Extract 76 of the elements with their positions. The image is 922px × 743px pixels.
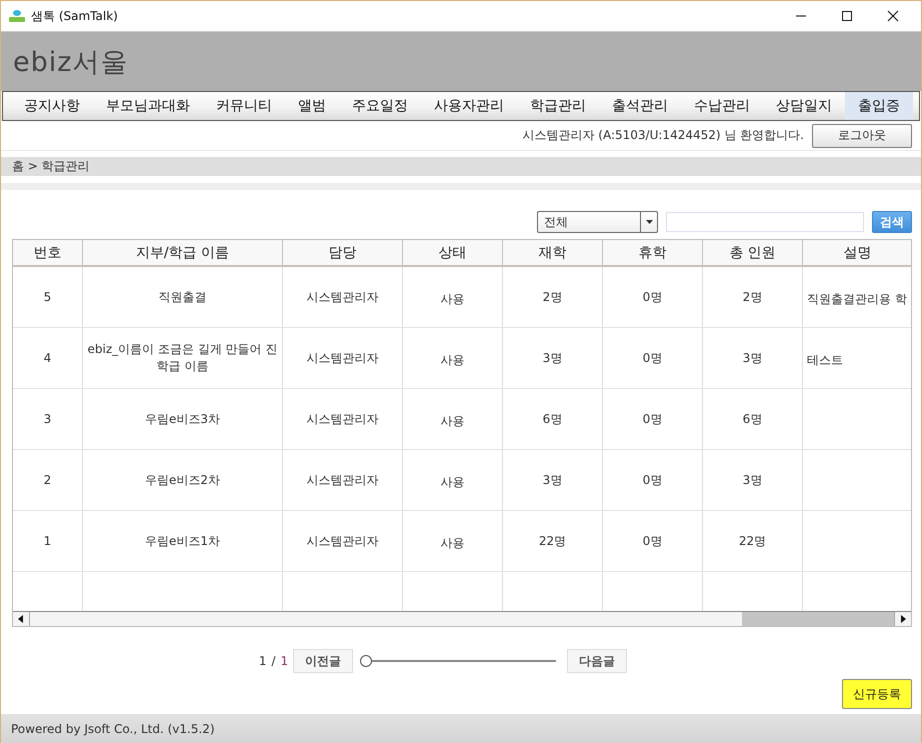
- maximize-icon[interactable]: [841, 10, 853, 22]
- filter-dropdown[interactable]: 전체: [537, 211, 658, 233]
- close-icon[interactable]: [887, 10, 899, 22]
- nav-tab[interactable]: 커뮤니티: [203, 92, 285, 120]
- site-title: ebiz서울: [13, 46, 128, 80]
- table-cell: 0명: [642, 410, 662, 428]
- table-cell: 2명: [742, 288, 762, 306]
- column-header: 지부/학급 이름: [83, 240, 283, 265]
- caret-icon: [646, 220, 652, 224]
- table-cell: 우림e비즈3차: [144, 410, 220, 428]
- table-cell: 시스템관리자: [306, 410, 378, 428]
- table-cell: 시스템관리자: [306, 350, 378, 366]
- column-header: 상태: [403, 240, 503, 265]
- page-number: 1: [258, 654, 266, 668]
- welcome-text: 시스템관리자 (A:5103/U:1424452) 님 환영합니다.: [522, 127, 804, 144]
- column-header: 휴학: [603, 240, 703, 265]
- breadcrumb: 홈 > 학급관리: [12, 158, 90, 175]
- table-cell: 22명: [738, 532, 766, 550]
- previous-button[interactable]: 이전글: [293, 649, 354, 673]
- table-cell: 사용: [440, 291, 464, 308]
- page-total: 1: [280, 654, 288, 668]
- table-cell: 사용: [440, 474, 464, 491]
- table-cell: 우림e비즈1차: [144, 532, 220, 550]
- slider-thumb[interactable]: [360, 655, 372, 667]
- table-cell: 0명: [642, 472, 662, 488]
- footer-text: Powered by Jsoft Co., Ltd. (v1.5.2): [11, 722, 215, 736]
- table-cell: 시스템관리자: [306, 532, 378, 550]
- table-cell: 1: [44, 534, 52, 548]
- nav-tab[interactable]: 부모님과대화: [93, 92, 203, 120]
- page-separator: /: [271, 654, 276, 668]
- table-cell: 사용: [440, 352, 464, 369]
- column-header: 총 인원: [703, 240, 803, 265]
- new-entry-button[interactable]: 신규등록: [842, 679, 912, 709]
- table-cell: 0명: [642, 288, 662, 306]
- table-cell: 6명: [742, 410, 762, 428]
- nav-tab[interactable]: 주요일정: [339, 92, 421, 120]
- table-cell: 테스트: [807, 352, 843, 369]
- next-button[interactable]: 다음글: [567, 649, 628, 673]
- table-cell: 3: [44, 412, 52, 426]
- window-title: 샘톡 (SamTalk): [31, 8, 118, 24]
- table-cell: 4: [44, 351, 52, 365]
- nav-tab[interactable]: 사용자관리: [421, 92, 517, 120]
- table-cell: 5: [44, 290, 52, 304]
- table-cell: ebiz_이름이 조금은 길게 만들어 진 학급 이름: [87, 341, 278, 375]
- search-field[interactable]: [666, 212, 864, 232]
- table-cell: 0명: [642, 350, 662, 366]
- table-cell: 0명: [642, 532, 662, 550]
- table-cell: 3명: [542, 350, 562, 366]
- nav-tab[interactable]: 앨범: [285, 92, 339, 120]
- horizontal-scrollbar[interactable]: [13, 611, 911, 626]
- table-cell: 사용: [440, 413, 464, 430]
- table-cell: 3명: [542, 472, 562, 488]
- app-logo-icon: [9, 9, 25, 23]
- table-cell: 직원출결관리용 학: [807, 291, 907, 308]
- column-header: 담당: [283, 240, 403, 265]
- nav-tab[interactable]: 출입증: [845, 92, 913, 120]
- table-cell: 22명: [538, 532, 566, 550]
- logout-button[interactable]: 로그아웃: [812, 124, 912, 148]
- table-cell: 6명: [542, 410, 562, 428]
- table-cell: 2: [44, 473, 52, 487]
- nav-tab[interactable]: 출석관리: [599, 92, 681, 120]
- nav-tab[interactable]: 학급관리: [517, 92, 599, 120]
- nav-tab[interactable]: 공지사항: [11, 92, 93, 120]
- table-cell: 시스템관리자: [306, 288, 378, 306]
- table-cell: 3명: [742, 472, 762, 488]
- table-cell: 직원출결: [158, 288, 206, 306]
- table-cell: 사용: [440, 535, 464, 552]
- table-cell: 3명: [742, 350, 762, 366]
- column-header: 재학: [503, 240, 603, 265]
- nav-tab[interactable]: 수납관리: [681, 92, 763, 120]
- table-cell: 시스템관리자: [306, 472, 378, 488]
- nav-tab[interactable]: 상담일지: [763, 92, 845, 120]
- column-header: 번호: [13, 240, 83, 265]
- table-cell: 우림e비즈2차: [144, 472, 220, 488]
- column-header: 설명: [803, 240, 911, 265]
- table-cell: 2명: [542, 288, 562, 306]
